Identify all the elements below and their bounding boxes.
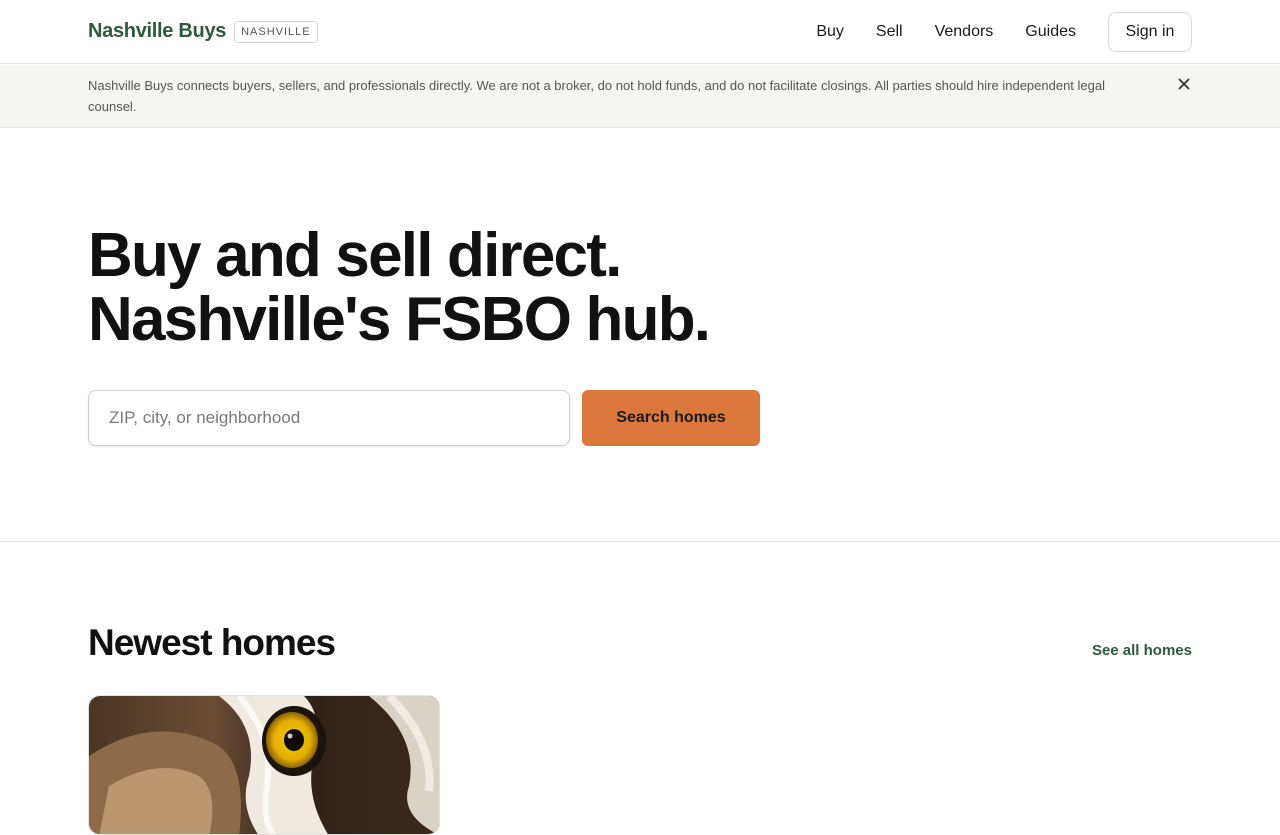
nav-link-buy[interactable]: Buy [816, 12, 844, 52]
site-header: Nashville Buys NASHVILLE Buy Sell Vendor… [0, 0, 1280, 64]
nav-link-guides[interactable]: Guides [1025, 12, 1076, 52]
disclaimer-banner: Nashville Buys connects buyers, sellers,… [0, 65, 1280, 128]
hero-title-line-1: Buy and sell direct. [88, 221, 622, 290]
search-homes-button[interactable]: Search homes [582, 390, 760, 446]
nav-link-vendors[interactable]: Vendors [935, 12, 994, 52]
see-all-homes-link[interactable]: See all homes [1092, 641, 1192, 661]
nav-link-sell[interactable]: Sell [876, 12, 903, 52]
hero-title-line-2: Nashville's FSBO hub. [88, 285, 711, 354]
hero-section: Buy and sell direct. Nashville's FSBO hu… [0, 128, 1280, 542]
sign-in-button[interactable]: Sign in [1108, 12, 1192, 52]
hero-title: Buy and sell direct. Nashville's FSBO hu… [88, 221, 711, 354]
disclaimer-text: Nashville Buys connects buyers, sellers,… [88, 78, 1105, 114]
newest-homes-title: Newest homes [88, 622, 336, 663]
close-icon[interactable] [1176, 76, 1192, 92]
listing-card[interactable] [88, 695, 440, 835]
brand[interactable]: Nashville Buys NASHVILLE [88, 20, 318, 43]
location-search-input[interactable] [88, 390, 570, 446]
listing-photo [89, 696, 439, 834]
main-nav: Buy Sell Vendors Guides Sign in [816, 12, 1192, 52]
brand-name[interactable]: Nashville Buys [88, 20, 226, 43]
city-badge: NASHVILLE [234, 20, 318, 43]
